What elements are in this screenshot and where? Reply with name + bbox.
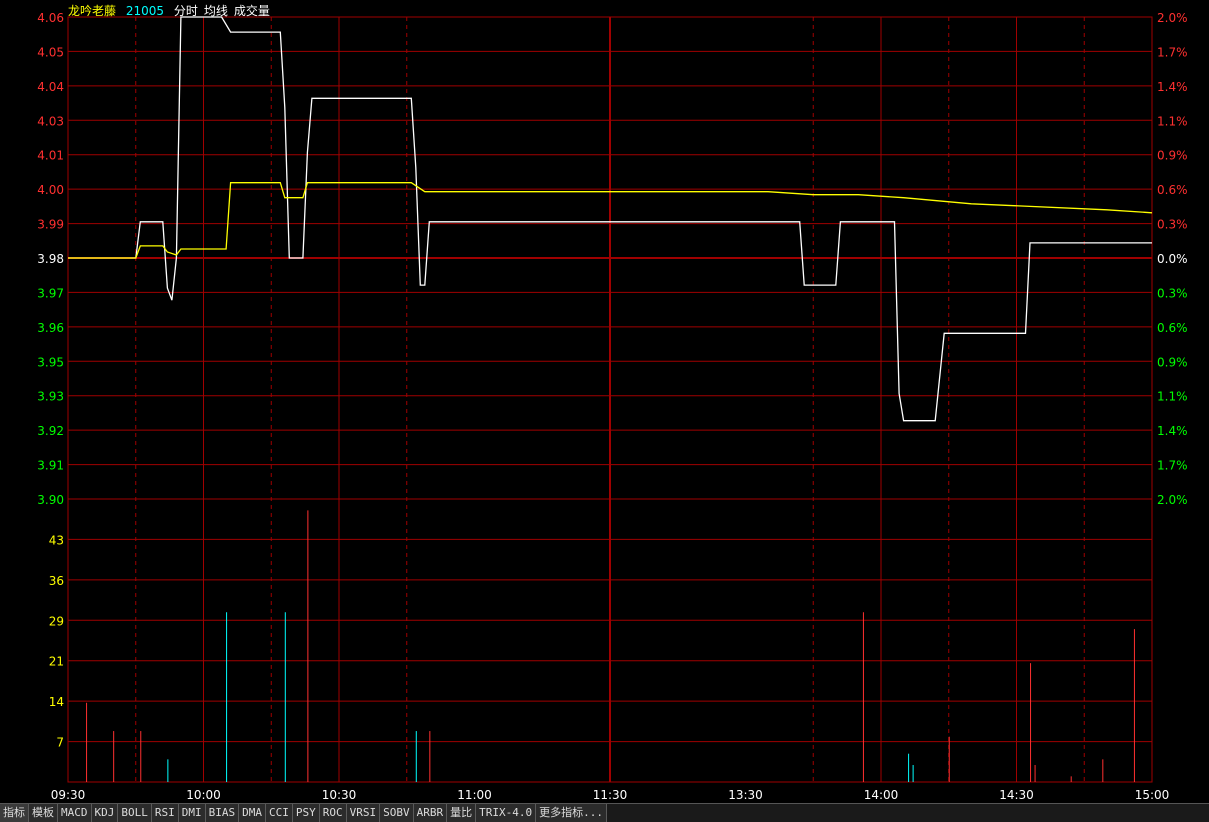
indicator-tab[interactable]: PSY — [292, 804, 320, 822]
price-tick-label: 3.95 — [37, 355, 64, 369]
indicator-tab[interactable]: 量比 — [447, 804, 477, 822]
price-tick-label: 3.96 — [37, 321, 64, 335]
indicator-tab[interactable]: MACD — [58, 804, 92, 822]
time-tick-label: 14:00 — [864, 788, 899, 802]
percent-tick-label: 0.9% — [1157, 149, 1188, 163]
volume-tick-label: 21 — [49, 655, 64, 669]
price-tick-label: 4.04 — [37, 80, 64, 94]
indicator-tab[interactable]: KDJ — [91, 804, 119, 822]
volume-tick-label: 14 — [49, 695, 64, 709]
indicator-tab[interactable]: SOBV — [380, 804, 414, 822]
time-tick-label: 11:30 — [593, 788, 628, 802]
volume-tick-label: 36 — [49, 574, 64, 588]
percent-tick-label: 1.7% — [1157, 459, 1188, 473]
stock-name: 龙吟老藤 — [68, 4, 117, 18]
time-tick-label: 10:30 — [322, 788, 357, 802]
volume-tick-label: 29 — [49, 614, 64, 628]
indicator-tab[interactable]: RSI — [151, 804, 179, 822]
percent-tick-label: 1.4% — [1157, 424, 1188, 438]
label-volume: 成交量 — [233, 4, 270, 18]
price-tick-label: 4.06 — [37, 11, 64, 25]
percent-tick-label: 1.4% — [1157, 80, 1188, 94]
time-tick-label: 15:00 — [1135, 788, 1170, 802]
price-tick-label: 3.99 — [37, 218, 64, 232]
indicator-tab[interactable]: DMA — [239, 804, 266, 822]
time-tick-label: 10:00 — [186, 788, 221, 802]
volume-tick-label: 7 — [56, 736, 64, 750]
indicator-tab-bar: 指标 模板 MACD KDJ BOLL RSI DMI BIAS DMA CCI PSY ROC VRS… — [0, 803, 1209, 822]
time-tick-label: 13:30 — [728, 788, 763, 802]
indicator-tab[interactable]: 模板 — [29, 804, 58, 822]
price-tick-label: 4.05 — [37, 45, 64, 59]
price-tick-label: 3.97 — [37, 286, 64, 300]
time-tick-label: 14:30 — [999, 788, 1034, 802]
percent-tick-label: 0.6% — [1157, 183, 1188, 197]
price-tick-label: 3.91 — [37, 459, 64, 473]
price-tick-label: 3.93 — [37, 390, 64, 404]
percent-tick-label: 2.0% — [1157, 11, 1188, 25]
price-tick-label: 4.01 — [37, 149, 64, 163]
indicator-tab[interactable]: 更多指标... — [536, 804, 607, 822]
indicator-tab[interactable]: TRIX-4.0 — [476, 804, 537, 822]
stock-code: 21005 — [125, 4, 165, 18]
indicator-tab[interactable]: VRSI — [346, 804, 381, 822]
percent-tick-label: 0.3% — [1157, 286, 1188, 300]
percent-tick-label: 0.6% — [1157, 321, 1188, 335]
indicator-tab[interactable]: ARBR — [413, 804, 448, 822]
percent-tick-label: 1.1% — [1157, 390, 1188, 404]
volume-tick-label: 43 — [49, 533, 64, 547]
percent-tick-label: 1.7% — [1157, 45, 1188, 59]
price-tick-label: 3.92 — [37, 424, 64, 438]
time-tick-label: 11:00 — [457, 788, 492, 802]
price-tick-label: 3.90 — [37, 493, 64, 507]
price-tick-label: 4.00 — [37, 183, 64, 197]
indicator-tab[interactable]: 指标 — [0, 804, 29, 822]
percent-tick-label: 0.9% — [1157, 355, 1188, 369]
indicator-tab[interactable]: ROC — [319, 804, 347, 822]
percent-tick-label: 0.0% — [1157, 252, 1188, 266]
indicator-tab[interactable]: BOLL — [118, 804, 152, 822]
price-tick-label: 3.98 — [37, 252, 64, 266]
percent-tick-label: 0.3% — [1157, 218, 1188, 232]
percent-tick-label: 1.1% — [1157, 114, 1188, 128]
time-tick-label: 09:30 — [51, 788, 86, 802]
price-tick-label: 4.03 — [37, 114, 64, 128]
indicator-tab[interactable]: CCI — [266, 804, 293, 822]
label-time-share: 分时 — [173, 4, 198, 18]
indicator-tab[interactable]: DMI — [178, 804, 206, 822]
chart-header: 龙吟老藤 21005 分时 均线 成交量 — [68, 2, 276, 19]
intraday-chart[interactable]: 4.06 2.0% 4.05 1.7% 4.04 1.4% 4.03 1.1% 4.01 0.9%… — [0, 0, 1209, 803]
percent-tick-label: 2.0% — [1157, 493, 1188, 507]
label-avg-line: 均线 — [203, 4, 228, 18]
indicator-tab[interactable]: BIAS — [205, 804, 240, 822]
